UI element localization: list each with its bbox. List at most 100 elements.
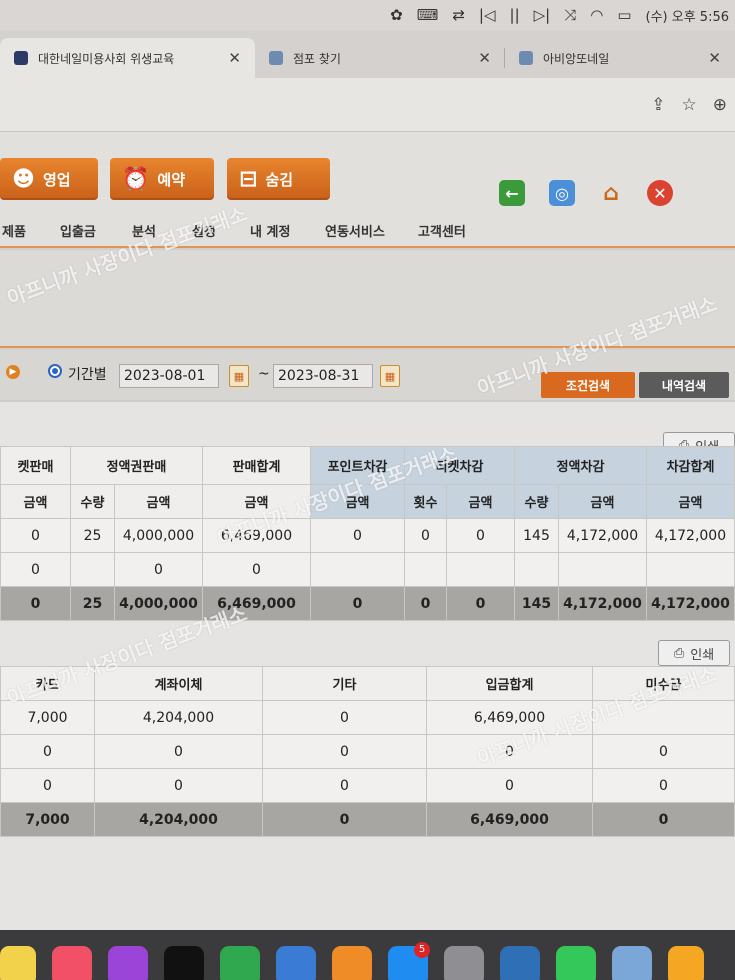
numbers-app-icon[interactable] xyxy=(220,946,260,980)
total-row: 7,000 4,204,000 0 6,469,000 0 xyxy=(0,802,735,837)
history-search-button[interactable]: 내역검색 xyxy=(639,372,729,398)
preview-app-icon[interactable] xyxy=(612,946,652,980)
address-bar: ⇪ ☆ ⊕ xyxy=(0,78,735,132)
th-sub: 금액 xyxy=(646,484,735,519)
sales-button[interactable]: ☻ 영업 xyxy=(0,158,98,200)
submenu-area xyxy=(0,250,735,348)
printer-icon: ⎙ xyxy=(673,645,685,661)
share-icon[interactable]: ⇪ xyxy=(651,95,665,115)
table-row: 0 0 0 xyxy=(0,552,735,587)
th-receivable: 미수금 xyxy=(592,666,735,701)
app-store-icon[interactable]: 5 xyxy=(388,942,430,980)
th-deduct-total: 차감합계 xyxy=(646,446,735,485)
home-icon[interactable]: ⌂ xyxy=(598,180,624,206)
table-row: 0 0 0 0 0 xyxy=(0,768,735,803)
end-date-input[interactable] xyxy=(273,364,373,388)
prev-arrow-icon[interactable]: ▶ xyxy=(6,365,20,379)
close-tab-icon[interactable]: ✕ xyxy=(228,49,241,67)
menu-item-support[interactable]: 고객센터 xyxy=(418,221,466,240)
start-date-input[interactable] xyxy=(119,364,219,388)
th-sub: 수량 xyxy=(514,484,559,519)
th-sales-total: 판매합계 xyxy=(202,446,311,485)
person-icon: ☻ xyxy=(12,166,35,192)
menubar: ✿ ⌨ ⇄ |◁ || ▷| ⤨ ◠ ▭ (수) 오후 5:56 xyxy=(0,0,735,30)
app-status-icon[interactable]: ✿ xyxy=(390,6,403,24)
pause-icon[interactable]: || xyxy=(510,6,520,24)
th-sub: 금액 xyxy=(558,484,647,519)
th-prepaid-sales: 정액권판매 xyxy=(70,446,203,485)
reservation-button[interactable]: ⏰ 예약 xyxy=(110,158,214,200)
th-point-deduct: 포인트차감 xyxy=(310,446,405,485)
system-settings-icon[interactable] xyxy=(444,946,484,980)
table-row: 7,000 4,204,000 0 6,469,000 xyxy=(0,700,735,735)
keyboard-icon[interactable]: ⌨ xyxy=(417,6,439,24)
notes-app-icon[interactable] xyxy=(0,946,36,980)
menu-item-cashflow[interactable]: 입출금 xyxy=(60,221,96,240)
th-ticket-deduct: 티켓차감 xyxy=(404,446,515,485)
alarm-clock-icon: ⏰ xyxy=(122,166,150,192)
messenger-app-icon[interactable] xyxy=(556,946,596,980)
total-row: 0 25 4,000,000 6,469,000 0 0 0 145 4,172… xyxy=(0,586,735,621)
tab-label: 아비앙또네일 xyxy=(543,51,610,66)
notification-badge: 5 xyxy=(414,942,430,958)
th-sub: 금액 xyxy=(0,484,71,519)
menu-item-analysis[interactable]: 분석 xyxy=(132,221,156,240)
hide-button[interactable]: ⊟ 숨김 xyxy=(227,158,330,200)
menu-item-products[interactable]: 제품 xyxy=(2,221,26,240)
bookmark-star-icon[interactable]: ☆ xyxy=(682,95,697,115)
sync-icon[interactable]: ⇄ xyxy=(452,6,465,24)
th-card: 카드 xyxy=(0,666,95,701)
music-app-icon[interactable] xyxy=(52,946,92,980)
close-tab-icon[interactable]: ✕ xyxy=(708,49,721,67)
table-row: 0 0 0 0 0 xyxy=(0,734,735,769)
th-sub: 횟수 xyxy=(404,484,447,519)
tab-strip: 대한네일미용사회 위생교육 ✕ 점포 찾기 ✕ 아비앙또네일 ✕ xyxy=(0,30,735,78)
main-menu: 제품 입출금 분석 설정 내 계정 연동서비스 고객센터 xyxy=(0,212,735,248)
favicon-icon xyxy=(519,51,533,65)
sales-table: 켓판매 정액권판매 판매합계 포인트차감 티켓차감 정액차감 차감합계 금액 수… xyxy=(0,446,735,621)
pages-app-icon[interactable] xyxy=(332,946,372,980)
menubar-clock[interactable]: (수) 오후 5:56 xyxy=(646,6,729,25)
th-sub: 금액 xyxy=(202,484,311,519)
print-button-payments[interactable]: ⎙ 인쇄 xyxy=(658,640,730,666)
next-track-icon[interactable]: ▷| xyxy=(534,6,551,24)
back-arrow-icon[interactable]: ← xyxy=(499,180,525,206)
payment-table: 카드 계좌이체 기타 입금합계 미수금 7,000 4,204,000 0 6,… xyxy=(0,666,735,837)
th-deposit-total: 입금합계 xyxy=(426,666,593,701)
period-search-bar: ▶ 기간별 ▦ ~ ▦ 조건검색 내역검색 xyxy=(0,350,735,402)
close-circle-icon[interactable]: ✕ xyxy=(647,180,673,206)
battery-icon[interactable]: ▭ xyxy=(617,6,631,24)
shuffle-icon[interactable]: ⤨ xyxy=(564,6,576,24)
previous-track-icon[interactable]: |◁ xyxy=(479,6,496,24)
wifi-icon[interactable]: ◠ xyxy=(590,6,603,24)
calendar-icon[interactable]: ▦ xyxy=(380,365,400,387)
th-sub: 금액 xyxy=(114,484,203,519)
extension-icon[interactable]: ⊕ xyxy=(713,95,727,115)
podcasts-app-icon[interactable] xyxy=(108,946,148,980)
report-content: ⎙ 인쇄 켓판매 정액권판매 판매합계 포인트차감 티켓차감 정액차감 차감합계… xyxy=(0,402,735,930)
th-prepaid-deduct: 정액차감 xyxy=(514,446,647,485)
th-sub: 금액 xyxy=(310,484,405,519)
calendar-icon[interactable]: ▦ xyxy=(229,365,249,387)
sync-service-icon[interactable]: ◎ xyxy=(549,180,575,206)
tab-label: 점포 찾기 xyxy=(293,51,341,66)
keynote-app-icon[interactable] xyxy=(276,946,316,980)
table-row: 0 25 4,000,000 6,469,000 0 0 0 145 4,172… xyxy=(0,518,735,553)
menu-item-integration[interactable]: 연동서비스 xyxy=(325,221,385,240)
date-tilde: ~ xyxy=(258,366,270,382)
tab-hygiene-education[interactable]: 대한네일미용사회 위생교육 ✕ xyxy=(0,38,255,78)
menu-item-my-account[interactable]: 내 계정 xyxy=(250,221,290,240)
condition-search-button[interactable]: 조건검색 xyxy=(541,372,635,398)
tab-salon[interactable]: 아비앙또네일 ✕ xyxy=(505,38,735,78)
th-sub: 금액 xyxy=(446,484,515,519)
screen-sharing-icon[interactable] xyxy=(500,946,540,980)
home-app-icon[interactable] xyxy=(668,946,704,980)
menu-item-settings[interactable]: 설정 xyxy=(192,221,216,240)
tv-app-icon[interactable] xyxy=(164,946,204,980)
period-radio[interactable] xyxy=(48,364,62,378)
close-tab-icon[interactable]: ✕ xyxy=(478,49,491,67)
app-header: ☻ 영업 ⏰ 예약 ⊟ 숨김 xyxy=(0,132,735,212)
dock: 5 xyxy=(0,930,735,980)
minus-box-icon: ⊟ xyxy=(239,166,258,192)
tab-store-search[interactable]: 점포 찾기 ✕ xyxy=(255,38,505,78)
